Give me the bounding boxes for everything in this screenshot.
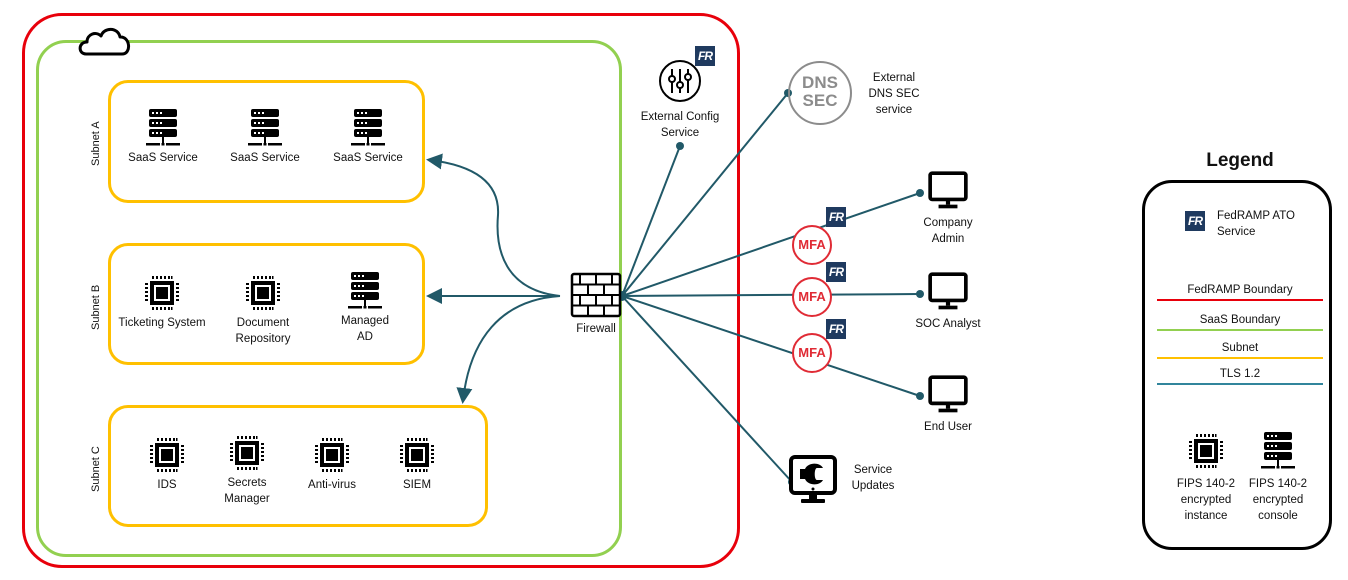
mfa-end-user[interactable]: MFA [792,333,832,373]
endpoint-end-user[interactable]: End User [908,374,988,435]
node-label: SIEM [402,479,432,491]
link-firewall-config [621,145,681,297]
legend-line-label: SaaS Boundary [1199,314,1281,326]
server-icon [1258,431,1298,471]
subnet-b-label: Subnet B [90,284,102,330]
endpoint-company-admin[interactable]: Company Admin [913,170,983,247]
firewall-label: Firewall [576,323,616,335]
wrench-monitor-icon [789,455,837,503]
dnssec-label: External DNS SEC service [868,72,920,116]
endpoint-soc-analyst[interactable]: SOC Analyst [908,271,988,332]
chip-icon [243,273,283,313]
firewall[interactable]: Firewall [566,272,626,337]
saas-service-2[interactable]: SaaS Service [215,108,315,166]
node-label: Document Repository [235,317,291,345]
node-label: Secrets Manager [224,477,270,505]
external-config-label: External Config Service [640,111,720,139]
fedramp-badge-icon: FR [826,262,846,282]
mfa-company-admin[interactable]: MFA [792,225,832,265]
legend-line-label: FedRAMP Boundary [1187,284,1293,296]
fedramp-badge-icon: FR [695,46,715,66]
monitor-icon [927,374,969,416]
fedramp-badge-icon: FR [1185,211,1205,231]
legend-line-label: TLS 1.2 [1219,368,1261,380]
node-label: SaaS Service [230,152,300,164]
legend-fips-console-label: FIPS 140-2 encrypted console [1248,478,1308,522]
server-icon [143,108,183,148]
saas-service-1[interactable]: SaaS Service [113,108,213,166]
monitor-icon [927,170,969,212]
legend-box: FR FedRAMP ATO Service FedRAMP Boundary … [1142,180,1332,550]
link-firewall-soc-analyst [621,293,921,297]
siem[interactable]: SIEM [367,435,467,493]
legend-line-teal [1157,383,1323,385]
link-firewall-subnet-c [456,295,561,404]
legend-line-green [1157,329,1323,331]
managed-ad[interactable]: Managed AD [315,271,415,345]
ticketing-system[interactable]: Ticketing System [112,273,212,331]
legend-line-yellow [1157,357,1323,359]
firewall-brick-icon [570,272,622,318]
link-firewall-company-admin [621,192,921,297]
monitor-icon [927,271,969,313]
legend-fips-instance-label: FIPS 140-2 encrypted instance [1176,478,1236,522]
server-icon [245,108,285,148]
saas-service-3[interactable]: SaaS Service [318,108,418,166]
external-config-service[interactable]: External Config Service [636,58,724,141]
chip-icon [147,435,187,475]
chip-icon [1186,431,1226,471]
fedramp-badge-icon: FR [826,319,846,339]
legend-saas-boundary: SaaS Boundary [1157,314,1323,331]
node-label: Ticketing System [118,317,206,329]
legend-fips-instance: FIPS 140-2 encrypted instance [1171,431,1241,524]
legend-fedramp-ato: FedRAMP ATO Service [1217,210,1295,238]
legend-line-label: Subnet [1221,342,1259,354]
mfa-soc-analyst[interactable]: MFA [792,277,832,317]
endpoint-label: End User [924,421,972,433]
node-label: SaaS Service [333,152,403,164]
legend-subnet: Subnet [1157,342,1323,359]
dnssec-icon[interactable]: DNS SEC [788,61,852,125]
service-updates[interactable] [788,454,838,511]
node-label: Managed AD [341,315,389,343]
chip-icon [142,273,182,313]
link-firewall-subnet-a [426,153,561,297]
document-repository[interactable]: Document Repository [213,273,313,347]
node-label: IDS [157,479,177,491]
dnssec-icon-text-1: DNS [802,73,838,92]
subnet-a-label: Subnet A [90,121,102,166]
chip-icon [312,435,352,475]
legend-tls: TLS 1.2 [1157,368,1323,385]
server-icon [348,108,388,148]
server-icon [345,271,385,311]
chip-icon [397,435,437,475]
service-updates-label: Service Updates [851,464,895,492]
fedramp-badge-icon: FR [826,207,846,227]
chip-icon [227,433,267,473]
subnet-c-label: Subnet C [90,446,102,492]
node-label: Anti-virus [308,479,356,491]
endpoint-label: Company Admin [923,217,973,245]
legend-title: Legend [1206,150,1274,171]
dnssec-icon-text-2: SEC [802,91,838,110]
node-label: SaaS Service [128,152,198,164]
legend-line-red [1157,299,1323,301]
endpoint-label: SOC Analyst [915,318,981,330]
legend-fedramp-boundary: FedRAMP Boundary [1157,284,1323,301]
legend-fips-console: FIPS 140-2 encrypted console [1243,431,1313,524]
